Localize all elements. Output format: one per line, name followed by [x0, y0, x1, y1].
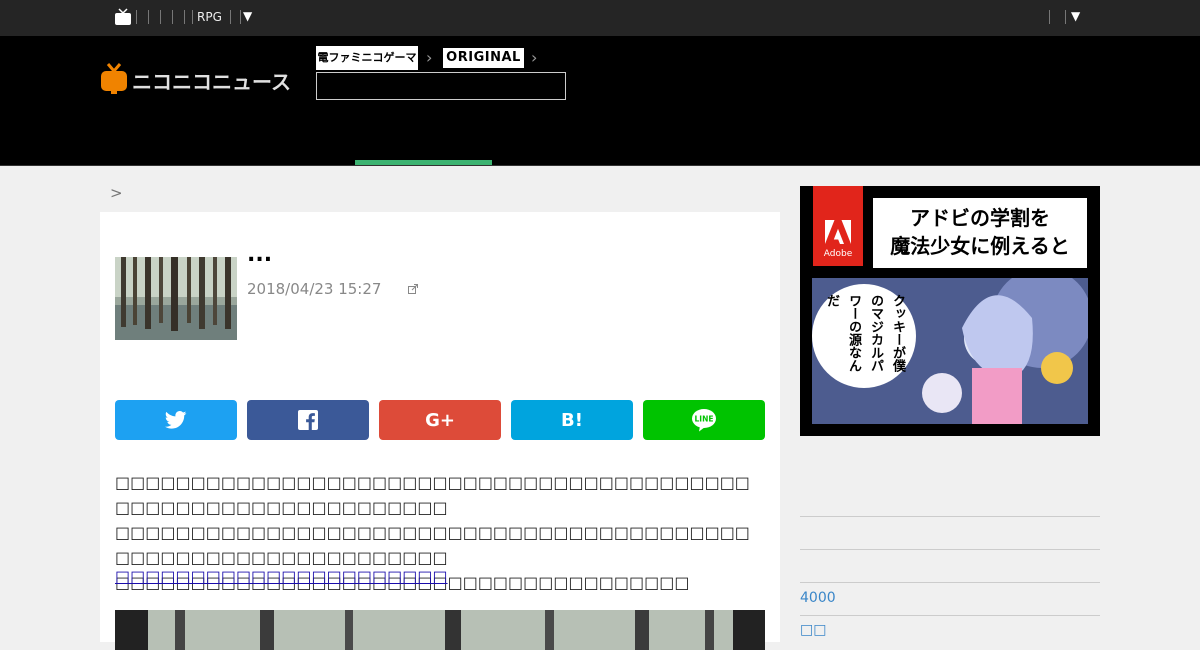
top-bar-divider — [184, 10, 185, 24]
top-bar-rpg-link[interactable]: RPG — [197, 10, 222, 24]
ad-speech-bubble-text: クッキーが僕のマジカルパワーの源なんだ — [824, 294, 905, 372]
share-hatena-button[interactable]: B! — [511, 400, 633, 440]
ad-headline-line: 魔法少女に例えると — [890, 234, 1070, 258]
sidebar-divider — [800, 549, 1100, 550]
google-plus-icon: G+ — [425, 409, 455, 431]
sidebar-item-4000[interactable]: 4000 — [800, 590, 836, 606]
ad-speech-bubble: クッキーが僕のマジカルパワーの源なんだ — [812, 284, 916, 388]
adobe-logo: Adobe — [813, 186, 863, 266]
article-date: 2018/04/23 15:27 — [247, 280, 382, 298]
top-bar-divider — [160, 10, 161, 24]
niconico-news-logo[interactable]: ニコニコニュース — [100, 62, 304, 94]
header-divider — [0, 165, 1200, 166]
niconico-tv-icon[interactable] — [114, 8, 132, 26]
facebook-icon — [298, 410, 318, 430]
external-link-icon[interactable] — [408, 284, 418, 294]
article-thumbnail[interactable] — [115, 257, 237, 340]
adobe-logo-text: Adobe — [823, 249, 853, 259]
hatena-bookmark-icon: B! — [561, 409, 583, 431]
article-inline-link[interactable]: □□□□□□□□□□□□□□□□□□□□□□ — [115, 567, 448, 586]
sidebar-item-partial[interactable]: □□ — [800, 622, 826, 638]
chevron-right-icon: › — [426, 48, 433, 67]
twitter-icon — [165, 411, 187, 429]
top-bar-divider — [136, 10, 137, 24]
article-photo[interactable] — [115, 610, 765, 650]
page-breadcrumb[interactable]: > — [110, 184, 123, 202]
ad-headline: アドビの学割を 魔法少女に例えると — [873, 198, 1087, 268]
top-bar-menu-arrow[interactable]: ▼ — [243, 9, 252, 23]
breadcrumb-original[interactable]: ORIGINAL — [443, 48, 524, 68]
top-bar-account-arrow[interactable]: ▼ — [1071, 9, 1080, 23]
top-bar: RPG ▼ ▼ — [0, 0, 1200, 36]
site-header: ニコニコニュース 電ファミニコゲーマー › ORIGINAL › — [0, 36, 1200, 166]
line-icon: LINE — [692, 409, 716, 432]
share-facebook-button[interactable] — [247, 400, 369, 440]
top-bar-divider — [230, 10, 231, 24]
line-icon-label: LINE — [695, 415, 714, 424]
top-bar-divider — [148, 10, 149, 24]
search-input[interactable] — [316, 72, 566, 100]
top-bar-divider — [172, 10, 173, 24]
article-card: ... 2018/04/23 15:27 G+ B! LINE □□□□□□□□… — [100, 212, 780, 650]
niconico-tv-logo-icon — [101, 63, 127, 94]
breadcrumb-dengeki-famicom-gamer[interactable]: 電ファミニコゲーマー — [316, 46, 418, 88]
logo-text: ニコニコニュース — [132, 70, 291, 94]
article-title: ... — [247, 242, 273, 267]
share-line-button[interactable]: LINE — [643, 400, 765, 440]
top-bar-divider — [1065, 10, 1066, 24]
ad-headline-line: アドビの学割を — [910, 206, 1050, 230]
sidebar-divider — [800, 615, 1100, 616]
sidebar-ad-banner[interactable]: Adobe アドビの学割を 魔法少女に例えると クッキーが僕のマジカルパワーの源… — [800, 186, 1100, 436]
article-body-line: □□□□□□□□□□□□□□□□□□□□□□□□□□□□□□□□□□□□□□□□… — [115, 523, 750, 567]
ad-illustration: クッキーが僕のマジカルパワーの源なんだ — [812, 278, 1088, 424]
chevron-right-icon: › — [531, 48, 538, 67]
share-twitter-button[interactable] — [115, 400, 237, 440]
article-body-line: □□□□□□□□□□□□□□□□□□□□□□□□□□□□□□□□□□□□□□□□… — [115, 473, 750, 517]
top-bar-divider — [1049, 10, 1050, 24]
sidebar-divider — [800, 582, 1100, 583]
share-google-plus-button[interactable]: G+ — [379, 400, 501, 440]
top-bar-divider — [192, 10, 193, 24]
sidebar-divider — [800, 516, 1100, 517]
top-bar-divider — [240, 10, 241, 24]
adobe-icon — [825, 220, 851, 244]
